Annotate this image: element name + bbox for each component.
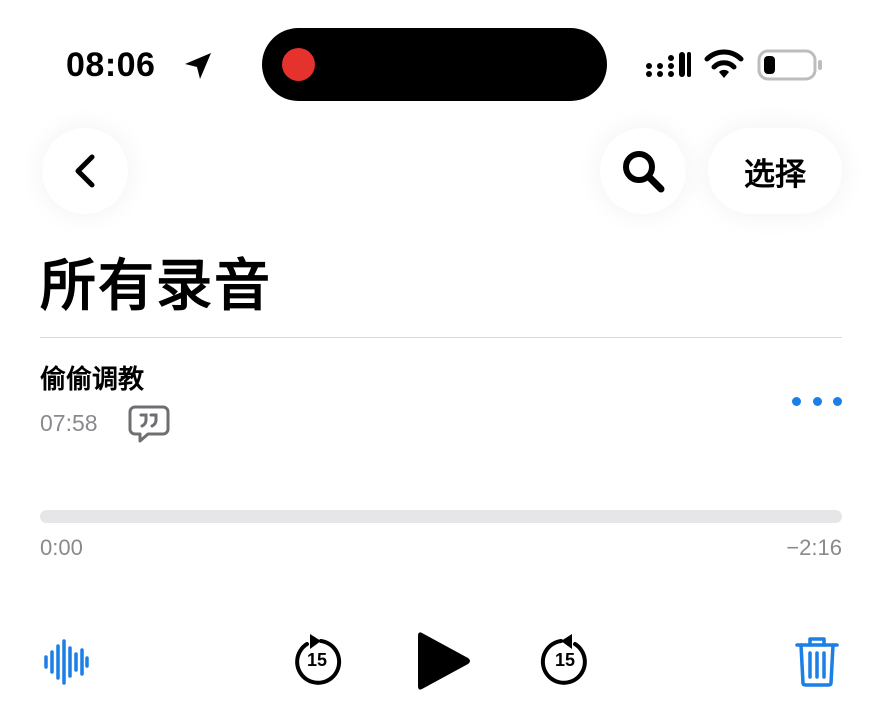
trash-icon[interactable]: [794, 634, 840, 688]
signal-icon: [646, 52, 691, 77]
remaining-time: −2:16: [786, 535, 842, 560]
waveform-edit-icon[interactable]: [42, 638, 90, 686]
skip-back-seconds: 15: [306, 650, 328, 670]
elapsed-time: 0:00: [40, 535, 83, 560]
wifi-icon: [704, 49, 744, 78]
recording-title[interactable]: 偷偷调教: [40, 362, 144, 396]
select-button[interactable]: 选择: [708, 128, 842, 214]
skip-forward-button[interactable]: 15: [538, 634, 592, 690]
ellipsis-icon: [833, 396, 842, 406]
playback-scrubber[interactable]: [40, 510, 842, 523]
skip-back-button[interactable]: 15: [290, 634, 344, 690]
recording-duration: 07:58: [40, 410, 98, 436]
search-button[interactable]: [600, 128, 686, 214]
transcript-quote-icon[interactable]: [128, 404, 170, 444]
chevron-left-icon: [75, 154, 95, 188]
location-arrow-icon: [185, 53, 211, 79]
skip-forward-seconds: 15: [554, 650, 576, 670]
status-time: 08:06: [66, 46, 156, 84]
play-icon[interactable]: [414, 630, 472, 692]
back-button[interactable]: [42, 128, 128, 214]
search-icon: [623, 151, 665, 193]
ellipsis-icon: [812, 396, 822, 406]
more-options-button[interactable]: [792, 388, 842, 414]
page-title: 所有录音: [40, 254, 272, 317]
ellipsis-icon: [792, 396, 801, 406]
divider: [40, 337, 842, 338]
battery-icon: [757, 49, 822, 81]
recording-indicator: [282, 48, 315, 81]
